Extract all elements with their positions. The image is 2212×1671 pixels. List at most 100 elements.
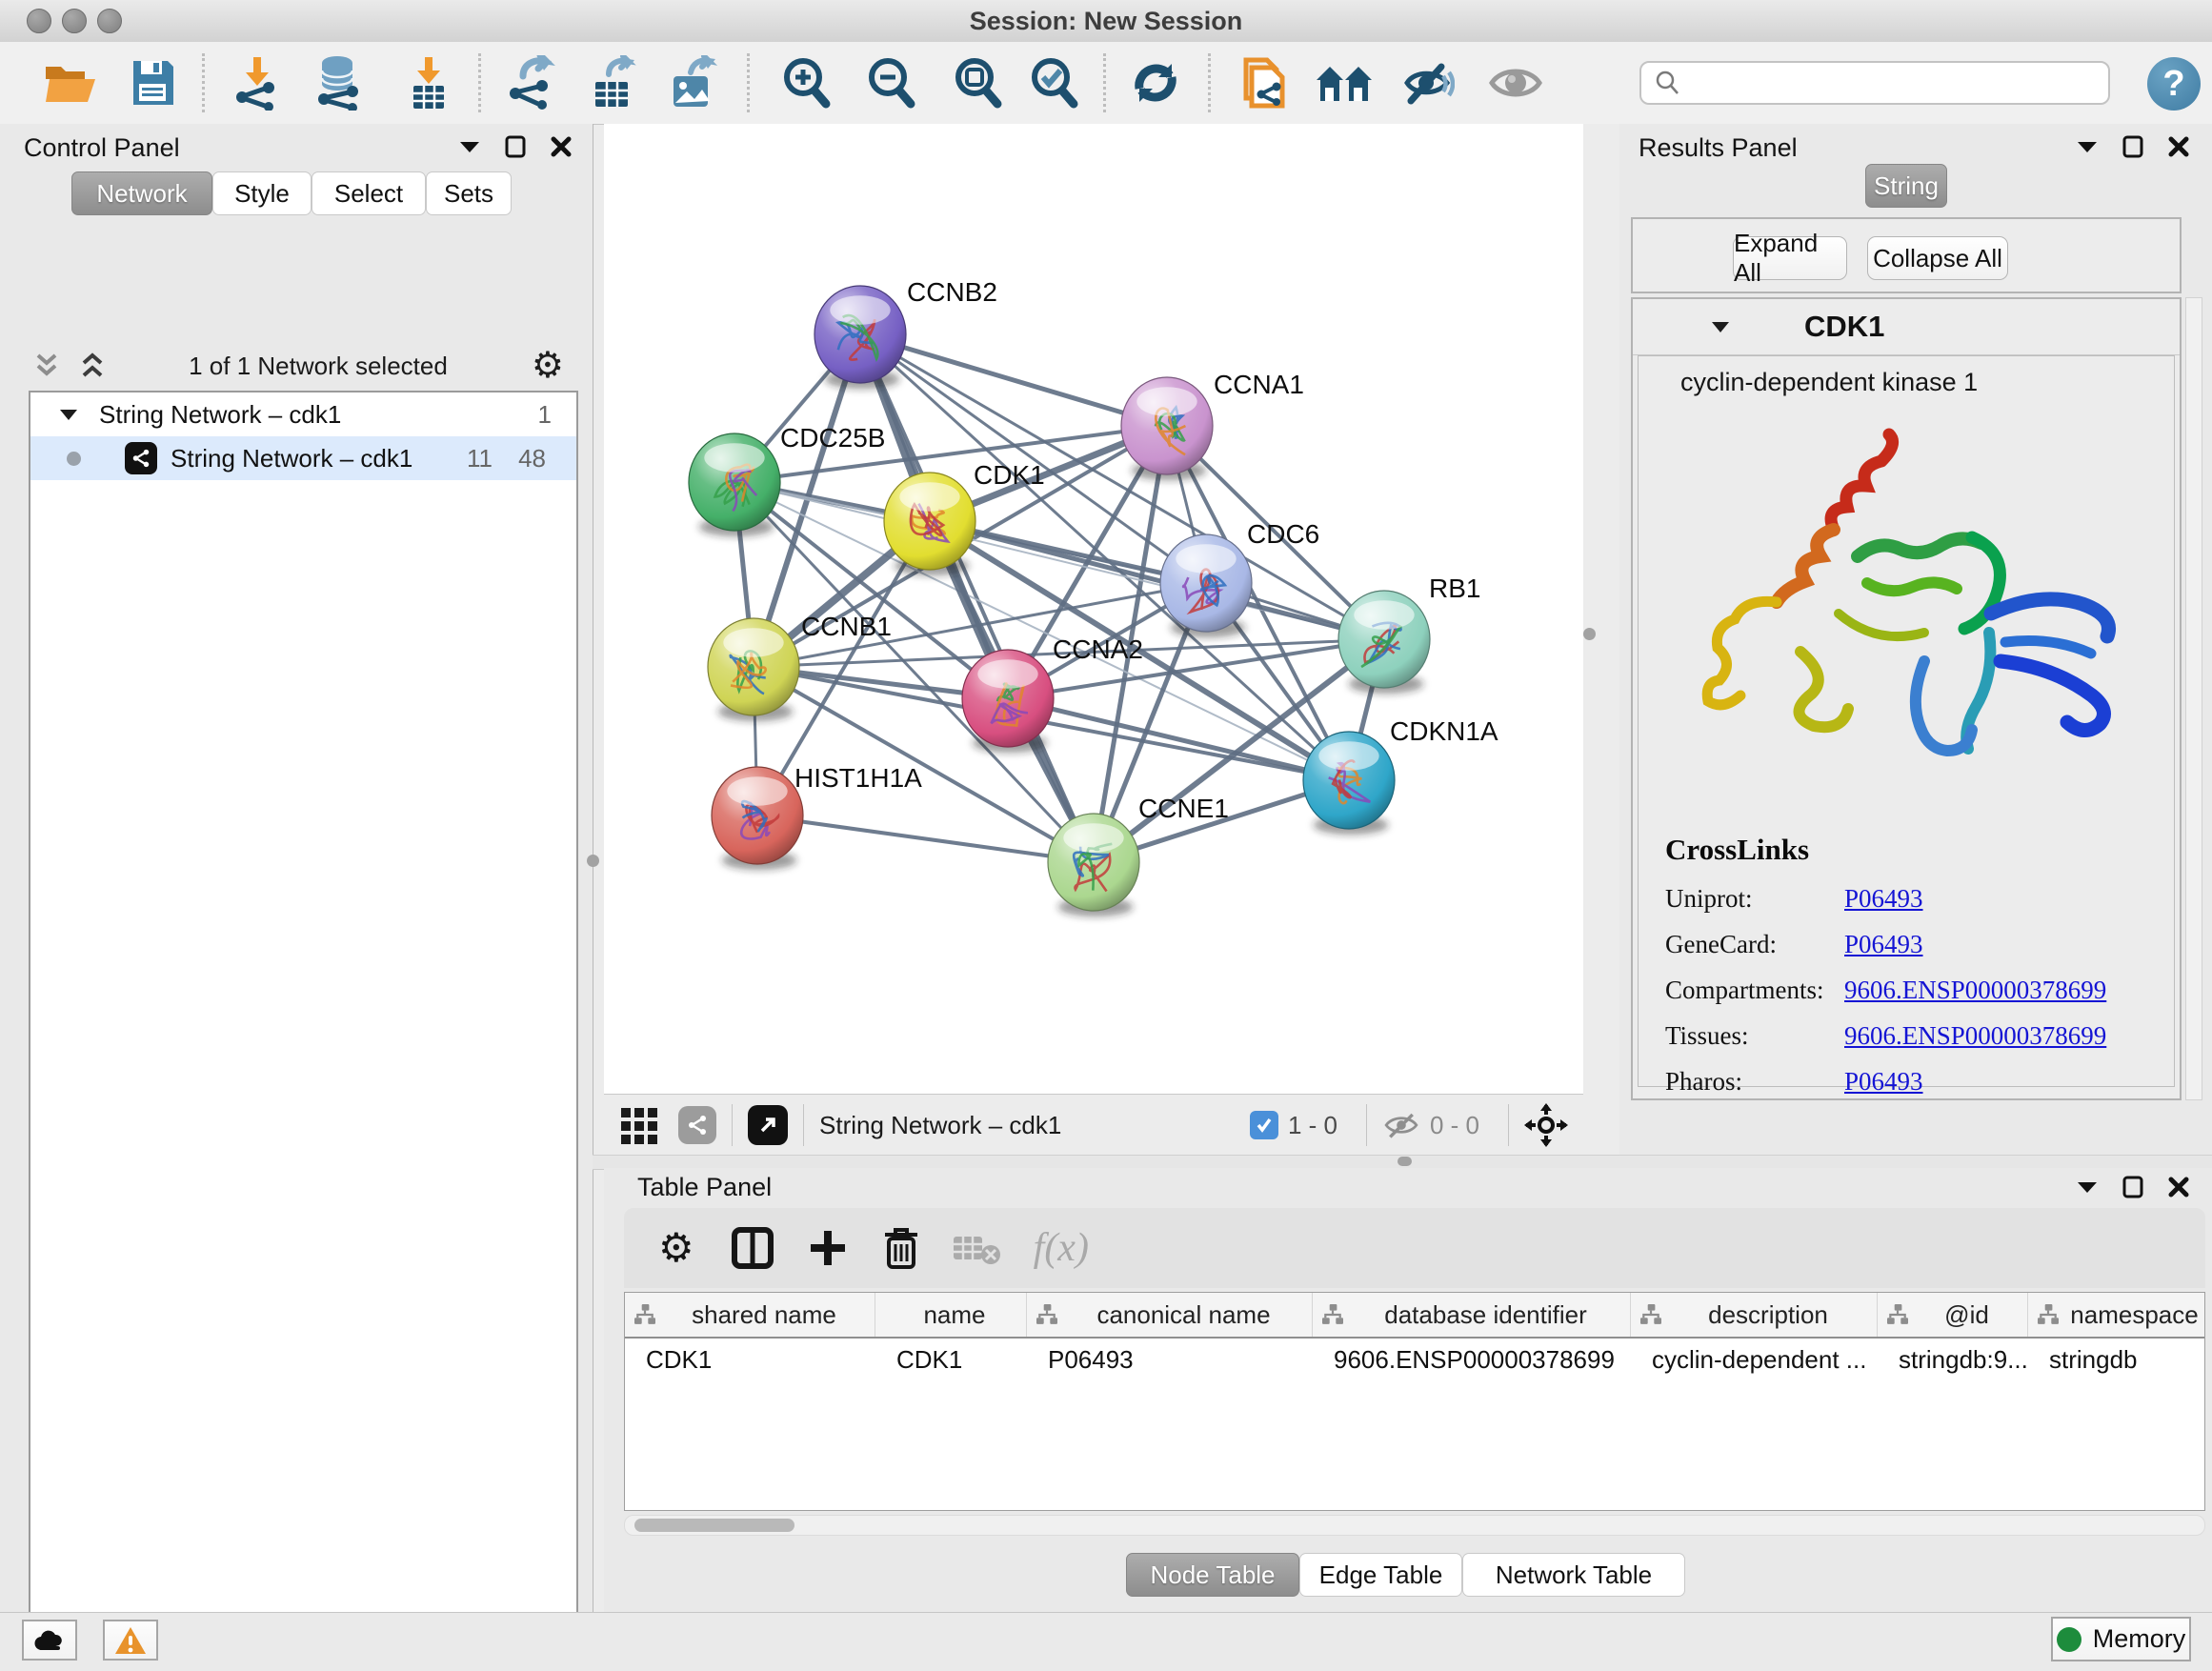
show-all-icon[interactable] <box>1488 62 1543 104</box>
tab-network-table[interactable]: Network Table <box>1462 1553 1685 1597</box>
import-table-from-file-icon[interactable] <box>408 55 450 111</box>
network-row-selected[interactable]: String Network – cdk1 11 48 <box>30 436 576 480</box>
export-network-icon[interactable] <box>506 55 555 111</box>
collapse-all-button[interactable]: Collapse All <box>1867 236 2008 280</box>
column-header-database-identifier[interactable]: database identifier <box>1313 1293 1631 1337</box>
share-network-icon[interactable] <box>678 1106 716 1144</box>
table-cell[interactable]: 9606.ENSP00000378699 <box>1313 1339 1631 1380</box>
expand-all-button[interactable]: Expand All <box>1733 236 1847 280</box>
fit-content-icon[interactable] <box>952 54 1005 111</box>
hide-selection-icon[interactable] <box>1399 57 1455 109</box>
table-row[interactable]: CDK1CDK1P064939606.ENSP00000378699cyclin… <box>625 1339 2204 1380</box>
table-cell[interactable]: cyclin-dependent ... <box>1631 1339 1878 1380</box>
save-session-icon[interactable] <box>130 59 175 107</box>
float-panel-icon[interactable] <box>2122 1176 2143 1198</box>
move-crosshair-icon[interactable] <box>1524 1103 1568 1147</box>
table-cell[interactable]: stringdb <box>2028 1339 2205 1380</box>
new-network-from-selection-icon[interactable] <box>1238 54 1290 111</box>
memory-button[interactable]: Memory <box>2051 1617 2191 1661</box>
help-button[interactable]: ? <box>2147 57 2201 111</box>
delete-table-icon[interactable] <box>952 1231 1001 1265</box>
grid-view-icon[interactable] <box>619 1104 661 1146</box>
horizontal-splitter-handle[interactable] <box>1398 1157 1412 1166</box>
delete-column-icon[interactable] <box>881 1225 921 1271</box>
selected-count: 1 - 0 <box>1288 1111 1337 1140</box>
network-node-count: 11 <box>443 444 493 473</box>
column-header-namespace[interactable]: namespace <box>2028 1293 2205 1337</box>
string-network-icon <box>125 442 157 474</box>
tab-string[interactable]: String <box>1865 164 1947 208</box>
crosslink-link[interactable]: P06493 <box>1844 930 1923 959</box>
close-panel-icon[interactable] <box>2168 136 2189 157</box>
close-panel-icon[interactable] <box>551 136 572 157</box>
crosslink-link[interactable]: P06493 <box>1844 1067 1923 1097</box>
network-label: String Network – cdk1 <box>171 444 443 473</box>
network-collection-row[interactable]: String Network – cdk1 1 <box>30 393 576 436</box>
apply-preferred-layout-icon[interactable] <box>1130 56 1181 110</box>
float-panel-icon[interactable] <box>505 135 526 158</box>
open-session-icon[interactable] <box>44 59 99 107</box>
hidden-eye-icon[interactable] <box>1382 1109 1420 1141</box>
search-input[interactable] <box>1639 61 2110 105</box>
help-label: ? <box>2162 64 2184 105</box>
crosslink-link[interactable]: 9606.ENSP00000378699 <box>1844 976 2106 1005</box>
column-header--id[interactable]: @id <box>1878 1293 2028 1337</box>
expand-all-networks-icon[interactable] <box>80 352 105 380</box>
export-table-icon[interactable] <box>590 55 639 111</box>
export-image-icon[interactable] <box>668 55 719 111</box>
detach-view-icon[interactable] <box>748 1105 788 1145</box>
column-header-canonical-name[interactable]: canonical name <box>1027 1293 1313 1337</box>
import-network-from-file-icon[interactable] <box>232 55 282 111</box>
add-column-icon[interactable] <box>807 1227 849 1269</box>
table-cell[interactable]: CDK1 <box>625 1339 875 1380</box>
tab-node-table[interactable]: Node Table <box>1126 1553 1299 1597</box>
warnings-button[interactable] <box>103 1620 158 1661</box>
cloud-button[interactable] <box>22 1620 77 1661</box>
right-splitter-handle[interactable] <box>1583 628 1596 640</box>
crosslink-row: Pharos:P06493 <box>1665 1067 2106 1097</box>
crosslink-link[interactable]: 9606.ENSP00000378699 <box>1844 1021 2106 1051</box>
import-network-from-database-icon[interactable] <box>312 55 366 111</box>
float-panel-icon[interactable] <box>2122 135 2143 158</box>
column-header-shared-name[interactable]: shared name <box>625 1293 875 1337</box>
zoom-out-icon[interactable] <box>865 54 918 111</box>
split-column-icon[interactable] <box>731 1226 774 1270</box>
network-options-gear-icon[interactable]: ⚙ <box>532 348 564 384</box>
close-panel-icon[interactable] <box>2168 1177 2189 1198</box>
tab-network[interactable]: Network <box>71 171 212 215</box>
table-cell[interactable]: CDK1 <box>875 1339 1027 1380</box>
node-label-CDKN1A: CDKN1A <box>1390 716 1498 746</box>
network-edge-HIST1H1A-CCNE1[interactable] <box>757 815 1094 862</box>
collapse-all-networks-icon[interactable] <box>34 352 59 380</box>
table-hscrollbar-thumb[interactable] <box>634 1519 794 1532</box>
tab-style[interactable]: Style <box>212 171 312 215</box>
panel-menu-icon[interactable] <box>459 140 480 153</box>
panel-menu-icon[interactable] <box>2077 1180 2098 1194</box>
warning-icon <box>114 1626 147 1655</box>
column-header-name[interactable]: name <box>875 1293 1027 1337</box>
table-panel: Table Panel ⚙ f(x) shared namenamecanoni… <box>604 1168 2212 1612</box>
table-cell[interactable]: P06493 <box>1027 1339 1313 1380</box>
function-builder-icon[interactable]: f(x) <box>1034 1225 1089 1271</box>
table-cell[interactable]: stringdb:9... <box>1878 1339 2028 1380</box>
table-hscrollbar[interactable] <box>624 1515 2205 1536</box>
network-canvas[interactable]: CCNB2CCNA1CDC25BCDK1CDC6RB1CCNB1CCNA2CDK… <box>604 124 1583 1094</box>
gene-expander-icon[interactable] <box>1711 320 1730 333</box>
column-header-description[interactable]: description <box>1631 1293 1878 1337</box>
tab-sets[interactable]: Sets <box>426 171 512 215</box>
first-neighbors-icon[interactable] <box>1315 61 1374 105</box>
tab-select[interactable]: Select <box>312 171 426 215</box>
panel-menu-icon[interactable] <box>2077 140 2098 153</box>
network-edge-CCNB2-CCNA1[interactable] <box>860 334 1167 426</box>
tab-edge-table[interactable]: Edge Table <box>1299 1553 1462 1597</box>
gear-icon[interactable]: ⚙ <box>658 1228 694 1268</box>
collection-expander-icon[interactable] <box>59 408 78 421</box>
left-splitter-handle[interactable] <box>587 855 599 867</box>
selected-checkbox-icon[interactable] <box>1250 1111 1278 1139</box>
results-scrollbar[interactable] <box>2185 297 2202 1100</box>
node-table[interactable]: shared namenamecanonical namedatabase id… <box>624 1292 2205 1511</box>
crosslink-link[interactable]: P06493 <box>1844 884 1923 914</box>
zoom-selected-icon[interactable] <box>1028 54 1081 111</box>
zoom-in-icon[interactable] <box>780 54 834 111</box>
crosslink-row: GeneCard:P06493 <box>1665 930 2106 959</box>
